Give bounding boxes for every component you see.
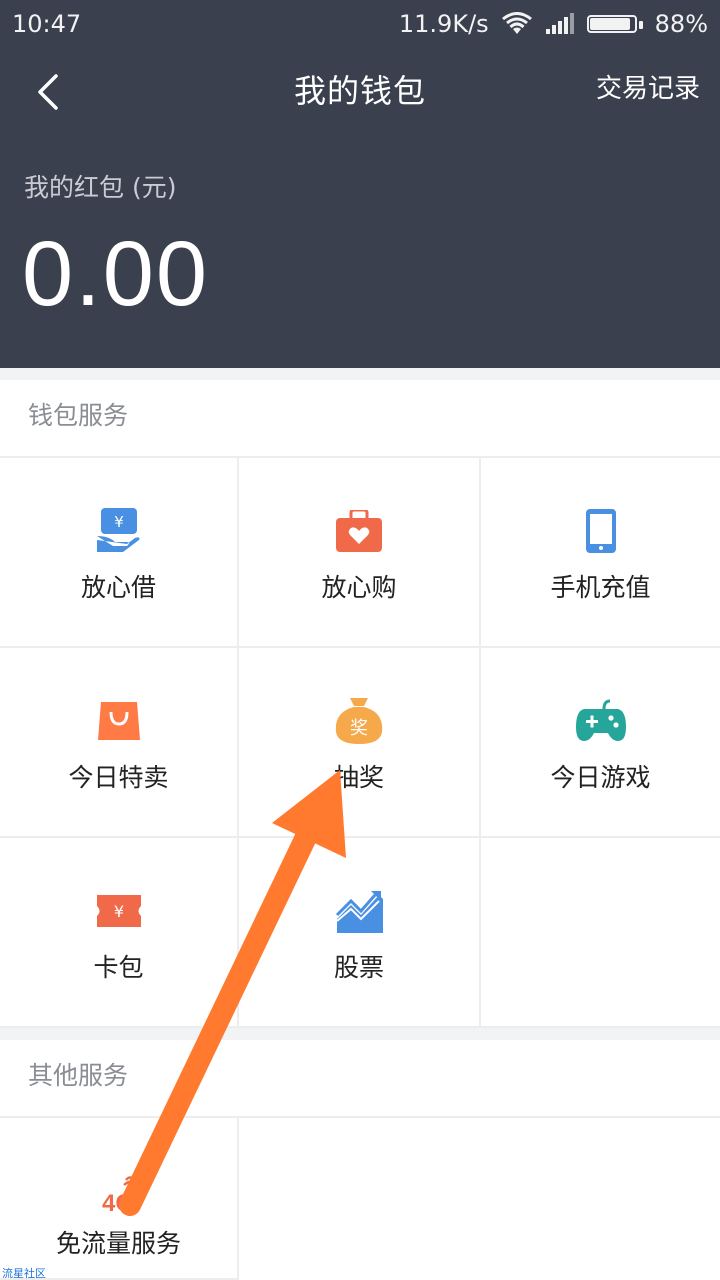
battery-percent: 88%	[654, 10, 708, 38]
loan-hand-icon: ¥	[0, 506, 237, 556]
4g-icon: 4G	[0, 1170, 237, 1220]
shopping-bag-icon	[0, 696, 237, 746]
wallet-header: 10:47 11.9K/s 88% 我的钱包 交易记录 我的红包 (元) 0.0…	[0, 0, 720, 368]
service-phone-recharge[interactable]: 手机充值	[481, 458, 720, 648]
gamepad-icon	[481, 696, 720, 746]
status-bar: 10:47 11.9K/s 88%	[0, 0, 720, 52]
empty-cell	[239, 1118, 481, 1280]
service-stocks[interactable]: 股票	[239, 838, 481, 1028]
service-daily-sale[interactable]: 今日特卖	[0, 648, 239, 838]
service-daily-games[interactable]: 今日游戏	[481, 648, 720, 838]
service-lottery[interactable]: 奖 抽奖	[239, 648, 481, 838]
service-label: 手机充值	[550, 573, 651, 602]
service-label: 免流量服务	[55, 1229, 181, 1258]
wifi-icon	[501, 12, 533, 36]
service-card-wallet[interactable]: ¥ 卡包	[0, 838, 239, 1028]
service-free-data[interactable]: 4G 免流量服务	[0, 1118, 239, 1280]
section-title: 钱包服务	[0, 380, 720, 458]
other-services-grid: 4G 免流量服务	[0, 1118, 720, 1280]
svg-text:¥: ¥	[113, 902, 123, 921]
empty-cell	[481, 838, 720, 1028]
signal-icon	[545, 13, 575, 35]
service-label: 今日游戏	[550, 763, 651, 792]
service-label: 股票	[333, 953, 384, 982]
shopping-case-heart-icon	[239, 506, 479, 556]
service-label: 今日特卖	[68, 763, 169, 792]
service-label: 抽奖	[333, 763, 384, 792]
battery-icon	[586, 12, 643, 36]
nav-bar: 我的钱包 交易记录	[0, 52, 720, 130]
service-shopping[interactable]: 放心购	[239, 458, 481, 648]
other-services-section: 其他服务 4G 免流量服务	[0, 1040, 720, 1280]
svg-text:奖: 奖	[350, 718, 368, 739]
svg-text:¥: ¥	[114, 513, 124, 531]
service-label: 放心购	[321, 573, 397, 602]
service-label: 卡包	[93, 953, 144, 982]
stock-chart-icon	[239, 886, 479, 936]
svg-text:4G: 4G	[101, 1190, 133, 1215]
section-title: 其他服务	[0, 1040, 720, 1118]
wallet-services-grid: ¥ 放心借 放心购 手机充值 今日特卖 奖 抽奖 今日游戏 ¥ 卡包 股票	[0, 458, 720, 1028]
phone-icon	[481, 506, 720, 556]
wallet-services-section: 钱包服务 ¥ 放心借 放心购 手机充值 今日特卖 奖 抽奖 今日游戏 ¥ 卡包 …	[0, 380, 720, 1028]
net-speed: 11.9K/s	[398, 10, 489, 38]
status-indicators: 11.9K/s 88%	[399, 10, 708, 38]
lottery-bag-icon: 奖	[239, 696, 479, 746]
status-time: 10:47	[12, 10, 82, 38]
service-loan[interactable]: ¥ 放心借	[0, 458, 239, 648]
transaction-history-button[interactable]: 交易记录	[596, 68, 700, 105]
watermark: 流星社区	[2, 1267, 46, 1280]
service-label: 放心借	[80, 573, 156, 602]
ticket-icon: ¥	[0, 886, 237, 936]
balance-amount: 0.00	[22, 223, 210, 325]
balance-label: 我的红包 (元)	[24, 173, 177, 202]
